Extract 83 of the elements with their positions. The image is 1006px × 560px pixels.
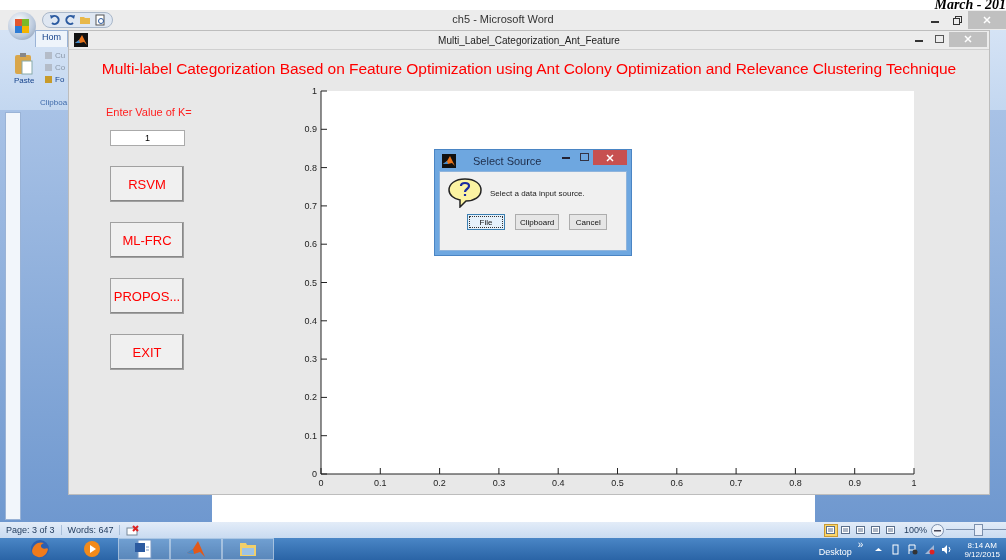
paste-button[interactable]: Paste xyxy=(14,52,35,85)
print-preview-icon[interactable] xyxy=(94,14,106,26)
word-count: Words: 647 xyxy=(61,525,121,535)
k-input-field[interactable]: 1 xyxy=(110,130,185,146)
ribbon-item[interactable]: Fo xyxy=(44,75,66,84)
restore-icon xyxy=(952,15,962,25)
speaker-icon[interactable] xyxy=(941,543,953,555)
dialog-button[interactable]: File xyxy=(467,214,505,230)
x-tick-label: 0.4 xyxy=(551,478,565,488)
k-label: Enter Value of K= xyxy=(106,106,192,118)
network-icon[interactable] xyxy=(924,543,936,555)
y-tick-label: 0.8 xyxy=(304,162,317,173)
matlab-icon xyxy=(74,33,88,47)
y-tick-label: 0.5 xyxy=(304,277,317,288)
window-title: ch5 - Microsoft Word xyxy=(452,13,554,25)
clock[interactable]: 8:14 AM 9/12/2015 xyxy=(964,539,1000,559)
ribbon-tab[interactable]: Hom xyxy=(35,30,68,47)
x-tick-label: 0.2 xyxy=(433,478,446,488)
desktop-toolbar-label[interactable]: Desktop xyxy=(818,547,852,557)
close-icon xyxy=(964,35,972,43)
zoom-out-button[interactable] xyxy=(931,523,944,537)
flag-icon[interactable] xyxy=(907,543,919,555)
y-tick-label: 0.9 xyxy=(304,124,317,135)
redo-icon[interactable] xyxy=(64,14,76,26)
x-tick-label: 1 xyxy=(911,478,917,488)
action-button[interactable]: PROPOS... xyxy=(110,278,184,314)
y-tick-label: 0.7 xyxy=(304,200,317,211)
x-tick-label: 0.8 xyxy=(789,478,802,488)
maximize-icon xyxy=(934,35,944,43)
office-button[interactable] xyxy=(8,12,36,40)
matlab-icon xyxy=(442,153,456,168)
y-tick-label: 1 xyxy=(312,86,317,96)
view-button[interactable] xyxy=(853,523,868,537)
x-tick-label: 0.9 xyxy=(848,478,861,488)
view-button[interactable] xyxy=(823,523,838,537)
dialog-button[interactable]: Cancel xyxy=(569,214,608,230)
proofing-icon[interactable] xyxy=(126,524,141,536)
y-tick-label: 0.1 xyxy=(304,430,317,441)
action-button[interactable]: RSVM xyxy=(110,166,184,202)
action-button[interactable]: ML-FRC xyxy=(110,222,184,258)
battery-icon[interactable] xyxy=(890,543,902,555)
dialog-message: Select a data input source. xyxy=(490,188,585,198)
page-header-text: March - 201 xyxy=(934,0,1006,12)
clipboard-icon xyxy=(14,52,35,76)
page-icon xyxy=(886,526,896,534)
x-tick-label: 0.5 xyxy=(611,478,624,488)
page-count: Page: 3 of 3 xyxy=(0,525,62,535)
x-tick-label: 0 xyxy=(318,478,324,488)
logo xyxy=(14,18,30,34)
y-tick-label: 0.6 xyxy=(304,239,317,250)
action-button[interactable]: EXIT xyxy=(110,334,184,370)
media-player-icon[interactable] xyxy=(82,539,102,559)
y-tick-label: 0.3 xyxy=(304,354,317,365)
undo-icon[interactable] xyxy=(49,14,61,26)
close-button[interactable] xyxy=(593,150,627,165)
x-tick-label: 0.7 xyxy=(729,478,743,488)
page-icon xyxy=(841,526,851,534)
close-icon xyxy=(606,153,614,162)
zoom-slider-thumb[interactable] xyxy=(973,524,983,536)
close-icon xyxy=(983,16,991,24)
view-button[interactable] xyxy=(868,523,883,537)
question-icon xyxy=(448,178,482,208)
toolbar-chevron[interactable]: » xyxy=(857,538,864,550)
page-icon xyxy=(826,526,836,534)
y-tick-label: 0.4 xyxy=(304,315,317,326)
view-button[interactable] xyxy=(838,523,853,537)
document-icon[interactable] xyxy=(134,539,154,559)
zoom-level: 100% xyxy=(903,525,927,535)
y-tick-label: 0 xyxy=(312,469,317,479)
page-icon xyxy=(856,526,866,534)
x-tick-label: 0.3 xyxy=(492,478,506,488)
dialog-button[interactable]: Clipboard xyxy=(515,214,560,230)
dialog-title: Select Source xyxy=(473,154,542,167)
x-tick-label: 0.1 xyxy=(374,478,387,488)
y-tick-label: 0.2 xyxy=(304,392,317,403)
maximize-icon xyxy=(579,153,589,161)
zoom-slider[interactable] xyxy=(946,524,1006,536)
view-button[interactable] xyxy=(883,523,898,537)
figure-title: Multi_Label_Categorization_Ant_Feature xyxy=(438,34,620,46)
figure-heading: Multi-label Categorization Based on Feature Optimization using Ant Colony Optimization and Relevance Clustering Technique xyxy=(100,59,958,79)
x-tick-label: 0.6 xyxy=(670,478,684,488)
page-icon xyxy=(871,526,881,534)
ribbon-group-label: Clipboa xyxy=(40,98,68,107)
